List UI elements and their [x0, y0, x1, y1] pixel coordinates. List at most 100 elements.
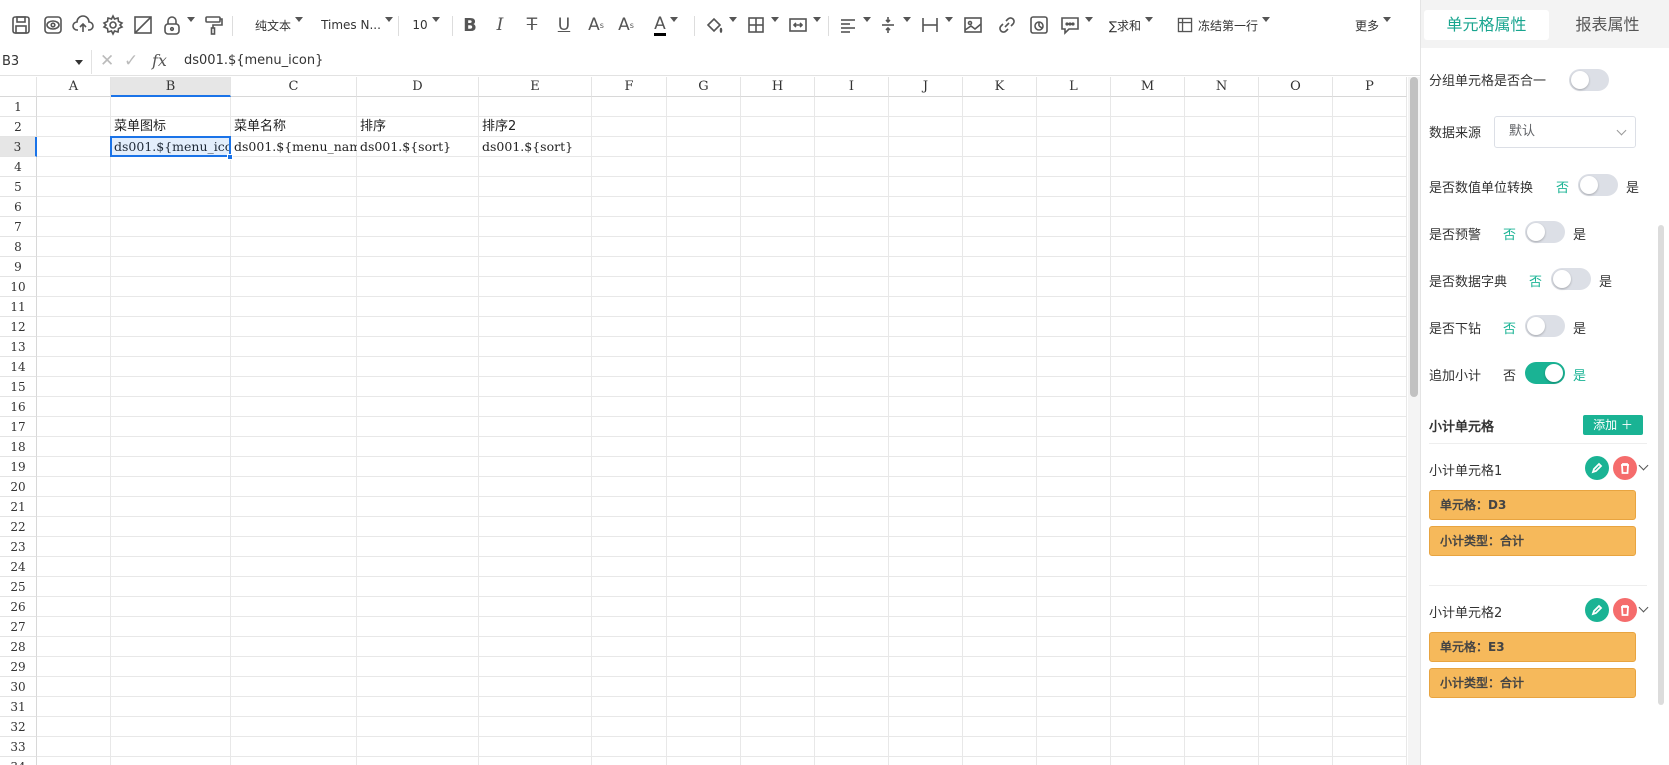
row-header[interactable]: 5 — [0, 177, 37, 197]
row-header[interactable]: 6 — [0, 197, 37, 217]
row-header[interactable]: 14 — [0, 357, 37, 377]
edit-icon[interactable] — [1585, 598, 1609, 622]
tab-cell-properties[interactable]: 单元格属性 — [1424, 10, 1549, 40]
row-header[interactable]: 19 — [0, 457, 37, 477]
column-header[interactable]: K — [963, 77, 1037, 97]
column-header[interactable]: H — [741, 77, 815, 97]
row-header[interactable]: 9 — [0, 257, 37, 277]
fill-handle[interactable] — [227, 154, 233, 160]
superscript-button[interactable]: As — [614, 12, 638, 38]
fx-icon[interactable]: fx — [152, 51, 167, 70]
column-header[interactable]: C — [231, 77, 357, 97]
italic-button[interactable]: I — [488, 12, 512, 38]
select-all-corner[interactable] — [0, 77, 37, 97]
subtotal-toggle[interactable] — [1525, 362, 1565, 384]
edit-icon[interactable] — [1585, 456, 1609, 480]
column-header[interactable]: A — [37, 77, 111, 97]
subtotal-type-card[interactable]: 小计类型：合计 — [1429, 668, 1636, 698]
row-header[interactable]: 8 — [0, 237, 37, 257]
tab-report-properties[interactable]: 报表属性 — [1545, 10, 1669, 40]
column-header[interactable]: J — [889, 77, 963, 97]
row-header[interactable]: 11 — [0, 297, 37, 317]
row-header[interactable]: 3 — [0, 137, 37, 157]
column-header[interactable]: L — [1037, 77, 1111, 97]
row-header[interactable]: 16 — [0, 397, 37, 417]
unit-convert-toggle[interactable] — [1578, 174, 1618, 196]
chevron-down-icon[interactable] — [1638, 460, 1649, 471]
row-header[interactable]: 15 — [0, 377, 37, 397]
column-header[interactable]: I — [815, 77, 889, 97]
cancel-icon[interactable]: ✕ — [100, 51, 114, 71]
column-header[interactable]: D — [357, 77, 479, 97]
row-header[interactable]: 2 — [0, 117, 37, 137]
confirm-icon[interactable]: ✓ — [124, 51, 138, 71]
grid-cell[interactable]: 菜单名称 — [231, 117, 357, 137]
subscript-button[interactable]: As — [584, 12, 608, 38]
strikethrough-button[interactable]: T — [520, 12, 544, 38]
merge-cells-icon[interactable] — [786, 12, 822, 38]
no-border-icon[interactable] — [130, 12, 156, 38]
spreadsheet-grid[interactable]: A B C D E F G H I J K L M N O P 1 2 3 4 5 6 7 8 9 10 11 12 13 14 15 16 1… — [0, 77, 1408, 765]
drill-toggle[interactable] — [1525, 315, 1565, 337]
comment-icon[interactable] — [1058, 12, 1094, 38]
row-header[interactable]: 33 — [0, 737, 37, 757]
font-color-button[interactable]: A — [646, 12, 686, 38]
font-size-select[interactable]: 10 — [406, 12, 446, 38]
valign-middle-icon[interactable] — [876, 12, 912, 38]
row-header[interactable]: 12 — [0, 317, 37, 337]
row-header[interactable]: 21 — [0, 497, 37, 517]
subtotal-type-card[interactable]: 小计类型：合计 — [1429, 526, 1636, 556]
grid-cell[interactable]: ds001.${sort} — [357, 137, 479, 157]
row-header[interactable]: 23 — [0, 537, 37, 557]
name-box[interactable]: B3 — [0, 50, 92, 74]
freeze-button[interactable]: 冻结第一行 — [1168, 12, 1278, 38]
link-icon[interactable] — [994, 12, 1020, 38]
column-header[interactable]: P — [1333, 77, 1407, 97]
preview-icon[interactable] — [40, 12, 66, 38]
grid-cell[interactable]: 排序2 — [479, 117, 592, 137]
sum-button[interactable]: ∑求和 — [1100, 12, 1162, 38]
grid-cell[interactable]: 菜单图标 — [111, 117, 231, 137]
scrollbar-thumb[interactable] — [1410, 77, 1418, 397]
column-header[interactable]: M — [1111, 77, 1185, 97]
row-header[interactable]: 28 — [0, 637, 37, 657]
selected-cell[interactable] — [110, 136, 231, 157]
group-merge-toggle[interactable] — [1569, 69, 1609, 91]
row-header[interactable]: 18 — [0, 437, 37, 457]
delete-icon[interactable] — [1613, 456, 1637, 480]
save-icon[interactable] — [8, 12, 34, 38]
row-header[interactable]: 34 — [0, 757, 37, 765]
align-left-icon[interactable] — [836, 12, 872, 38]
row-header[interactable]: 29 — [0, 657, 37, 677]
warning-toggle[interactable] — [1525, 221, 1565, 243]
datasource-select[interactable]: 默认 — [1494, 116, 1636, 148]
text-type-select[interactable]: 纯文本 — [244, 12, 314, 38]
column-header[interactable]: N — [1185, 77, 1259, 97]
row-header[interactable]: 24 — [0, 557, 37, 577]
row-header[interactable]: 26 — [0, 597, 37, 617]
column-header[interactable]: O — [1259, 77, 1333, 97]
fill-color-icon[interactable] — [702, 12, 738, 38]
row-header[interactable]: 13 — [0, 337, 37, 357]
upload-icon[interactable] — [70, 12, 96, 38]
row-header[interactable]: 7 — [0, 217, 37, 237]
image-icon[interactable] — [960, 12, 986, 38]
panel-scrollbar[interactable] — [1658, 225, 1664, 705]
chart-icon[interactable] — [1026, 12, 1052, 38]
column-header[interactable]: G — [667, 77, 741, 97]
subtotal-cell-card[interactable]: 单元格：D3 — [1429, 490, 1636, 520]
font-family-select[interactable]: Times N... — [320, 12, 394, 38]
row-header[interactable]: 31 — [0, 697, 37, 717]
row-header[interactable]: 27 — [0, 617, 37, 637]
row-header[interactable]: 10 — [0, 277, 37, 297]
chevron-down-icon[interactable] — [1638, 602, 1649, 613]
grid-cell[interactable]: ds001.${menu_name} — [231, 137, 357, 157]
format-painter-icon[interactable] — [200, 12, 226, 38]
gear-icon[interactable] — [100, 12, 126, 38]
column-header[interactable]: E — [479, 77, 592, 97]
add-subtotal-button[interactable]: 添加 ＋ — [1583, 415, 1643, 435]
row-header[interactable]: 32 — [0, 717, 37, 737]
row-header[interactable]: 30 — [0, 677, 37, 697]
row-header[interactable]: 20 — [0, 477, 37, 497]
row-header[interactable]: 22 — [0, 517, 37, 537]
